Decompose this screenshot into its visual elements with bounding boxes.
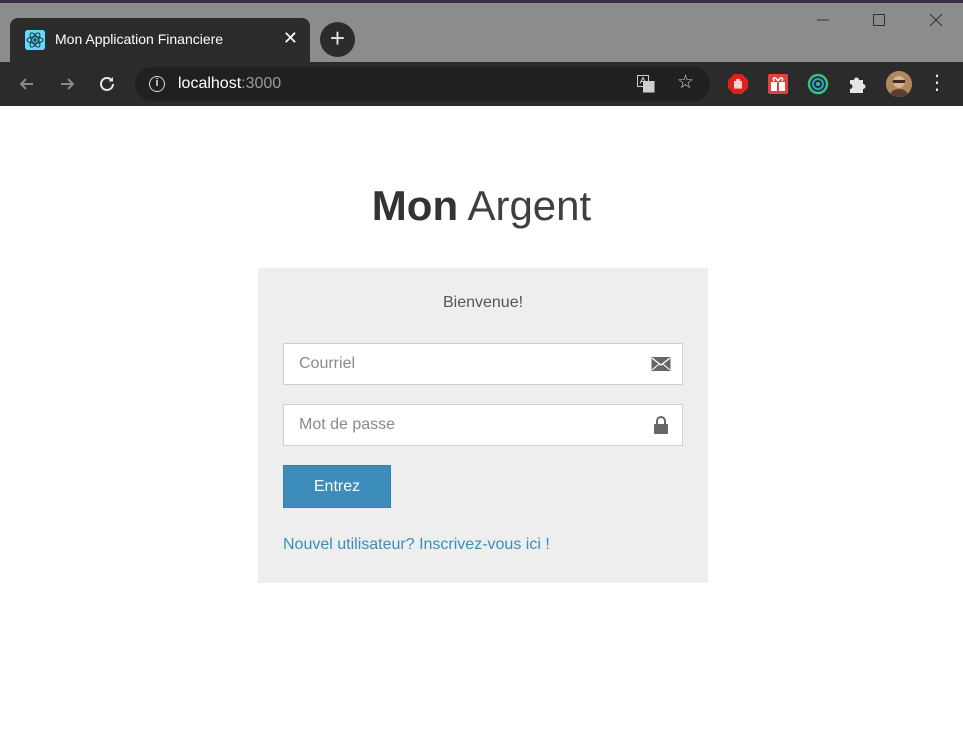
url-port: :3000 <box>241 75 282 92</box>
close-icon <box>929 13 943 27</box>
address-bar[interactable]: i localhost:3000 ☆ <box>135 67 710 101</box>
browser-toolbar: i localhost:3000 ☆ ⋮ <box>0 62 963 106</box>
stop-hand-icon[interactable] <box>727 73 749 95</box>
gift-icon[interactable] <box>767 73 789 95</box>
new-tab-button[interactable]: + <box>320 22 355 57</box>
reload-button[interactable] <box>93 70 121 98</box>
submit-button[interactable]: Entrez <box>283 465 391 508</box>
avatar[interactable] <box>886 71 912 97</box>
email-field[interactable] <box>284 344 644 384</box>
react-icon <box>25 30 45 50</box>
arrow-left-icon <box>19 78 33 90</box>
brand-title: Mon Argent <box>0 180 963 232</box>
brand-title-light: Argent <box>467 182 592 229</box>
welcome-message: Bienvenue! <box>442 294 524 311</box>
window-close-button[interactable] <box>916 8 956 36</box>
password-field[interactable] <box>284 405 644 445</box>
ring-icon[interactable] <box>807 73 829 95</box>
browser-tab-active[interactable]: Mon Application Financiere ✕ <box>10 18 310 62</box>
puzzle-icon[interactable] <box>847 73 869 95</box>
brand-title-bold: Mon <box>371 182 459 229</box>
translate-icon[interactable] <box>637 75 655 93</box>
lock-icon <box>651 416 671 434</box>
maximize-icon <box>873 14 885 26</box>
forward-button[interactable] <box>53 70 81 98</box>
email-field-wrapper <box>283 343 683 385</box>
back-button[interactable] <box>13 70 41 98</box>
tab-title: Mon Application Financiere <box>55 31 224 47</box>
envelope-icon <box>651 355 671 373</box>
login-card: Bienvenue! Entrez Nouvel utilisateur? In… <box>258 268 708 583</box>
password-field-wrapper <box>283 404 683 446</box>
window-maximize-button[interactable] <box>859 8 899 36</box>
reload-icon <box>100 77 114 91</box>
titlebar-accent-line <box>0 0 963 3</box>
info-icon[interactable]: i <box>149 76 165 92</box>
minimize-icon <box>817 19 829 21</box>
window-minimize-button[interactable] <box>803 8 843 36</box>
star-icon[interactable]: ☆ <box>677 71 694 94</box>
browser-titlebar: Mon Application Financiere ✕ + <box>0 0 963 62</box>
arrow-right-icon <box>61 78 75 90</box>
url-text[interactable]: localhost:3000 <box>178 75 281 93</box>
tab-close-button[interactable]: ✕ <box>283 28 298 48</box>
kebab-menu-icon[interactable]: ⋮ <box>926 71 948 97</box>
register-link[interactable]: Nouvel utilisateur? Inscrivez-vous ici ! <box>283 536 550 554</box>
url-host: localhost <box>178 75 242 92</box>
